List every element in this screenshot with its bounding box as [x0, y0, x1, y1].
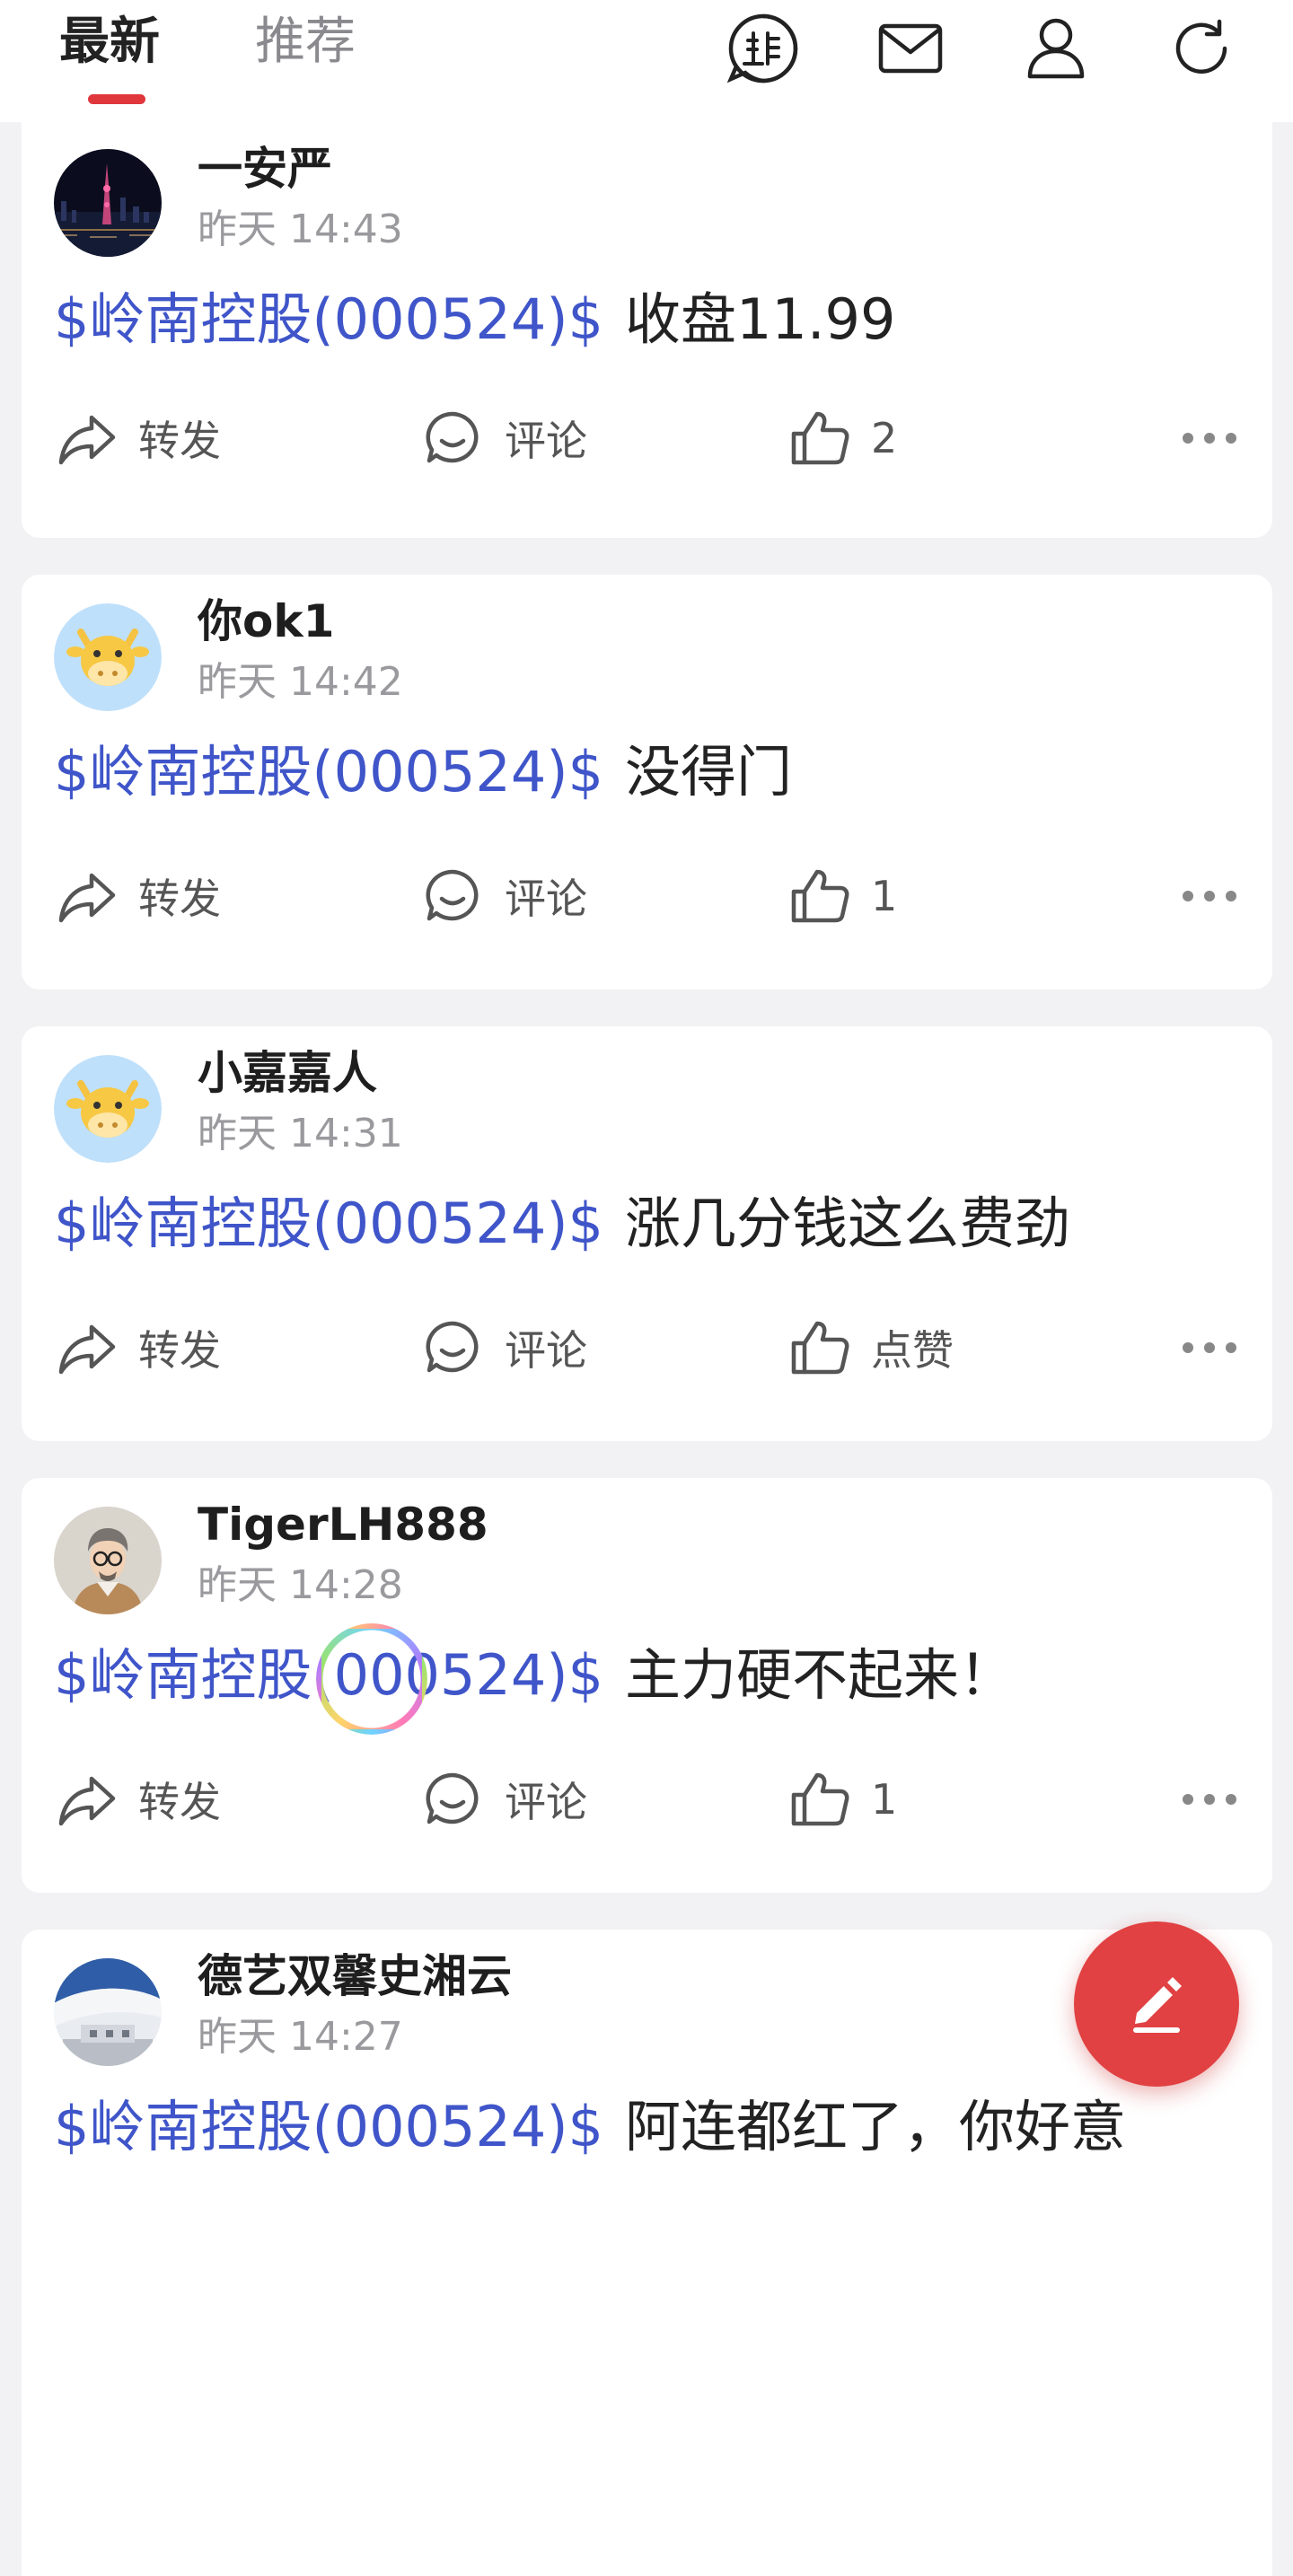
comment-label: 评论	[505, 875, 587, 923]
username[interactable]: 德艺双馨史湘云	[198, 1947, 512, 2005]
forward-label: 转发	[138, 1326, 221, 1375]
post-content[interactable]: $岭南控股(000524)$主力硬不起来！	[54, 1640, 1015, 1711]
stock-tag[interactable]: $岭南控股(000524)$	[54, 286, 603, 352]
like-count: 2	[871, 414, 898, 462]
like-button[interactable]: 1	[787, 860, 897, 932]
pencil-icon	[1121, 1966, 1192, 2042]
loading-spinner	[316, 1623, 427, 1735]
post-text: 没得门	[624, 739, 792, 804]
avatar[interactable]	[54, 1055, 162, 1163]
post-text: 阿连都红了，你好意	[624, 2094, 1126, 2159]
post-card[interactable]: 小嘉嘉人 昨天 14:31 $岭南控股(000524)$ 涨几分钱这么费劲 转发 …	[22, 1026, 1272, 1441]
stock-tag[interactable]: $岭南控股(000524)$	[54, 2094, 603, 2159]
username[interactable]: 一安严	[198, 140, 332, 198]
post-content[interactable]: $岭南控股(000524)$ 阿连都红了，你好意	[54, 2091, 1126, 2163]
like-count: 1	[871, 1775, 898, 1824]
post-time: 昨天 14:27	[198, 2014, 403, 2060]
more-button[interactable]	[1176, 1763, 1243, 1835]
top-bar: 最新 推荐	[0, 0, 1293, 122]
forward-label: 转发	[138, 417, 221, 465]
forward-button[interactable]: 转发	[54, 1312, 221, 1384]
thumbs-up-icon	[787, 405, 853, 471]
username[interactable]: 你ok1	[198, 593, 334, 650]
comment-button[interactable]: 评论	[420, 402, 587, 474]
more-button[interactable]	[1176, 402, 1243, 474]
post-actions: 转发 评论 2	[22, 402, 1272, 474]
like-label: 点赞	[871, 1326, 954, 1375]
jiu-logo-icon[interactable]	[726, 11, 801, 86]
more-button[interactable]	[1176, 860, 1243, 932]
avatar[interactable]	[54, 1507, 162, 1614]
comment-icon	[420, 1314, 487, 1381]
avatar[interactable]	[54, 1958, 162, 2066]
comment-button[interactable]: 评论	[420, 860, 587, 932]
forward-icon	[54, 863, 120, 929]
post-card[interactable]: TigerLH888 昨天 14:28 $岭南控股(000524)$主力硬不起来…	[22, 1478, 1272, 1893]
post-time: 昨天 14:28	[198, 1562, 403, 1608]
more-dots-icon	[1176, 1314, 1243, 1381]
forward-icon	[54, 1766, 120, 1833]
post-feed: 一安严 昨天 14:43 $岭南控股(000524)$ 收盘11.99 转发 评论…	[22, 122, 1272, 2576]
forward-icon	[54, 1314, 120, 1381]
forward-button[interactable]: 转发	[54, 1763, 221, 1835]
more-dots-icon	[1176, 405, 1243, 471]
post-content[interactable]: $岭南控股(000524)$ 收盘11.99	[54, 284, 895, 356]
more-button[interactable]	[1176, 1312, 1243, 1384]
comment-icon	[420, 405, 487, 471]
refresh-icon[interactable]	[1164, 11, 1239, 86]
post-actions: 转发 评论 点赞	[22, 1312, 1272, 1384]
more-dots-icon	[1176, 1766, 1243, 1833]
post-text: 涨几分钱这么费劲	[624, 1191, 1070, 1256]
thumbs-up-icon	[787, 863, 853, 929]
comment-button[interactable]: 评论	[420, 1763, 587, 1835]
post-time: 昨天 14:43	[198, 207, 403, 252]
forward-button[interactable]: 转发	[54, 860, 221, 932]
like-button[interactable]: 点赞	[787, 1312, 954, 1384]
tab-latest[interactable]: 最新	[59, 13, 160, 72]
post-text: 主力硬不起来！	[624, 1642, 1015, 1708]
comment-label: 评论	[505, 417, 587, 465]
like-button[interactable]: 1	[787, 1763, 897, 1835]
post-text: 收盘11.99	[624, 286, 896, 352]
comment-button[interactable]: 评论	[420, 1312, 587, 1384]
post-time: 昨天 14:31	[198, 1111, 403, 1156]
forward-label: 转发	[138, 1778, 221, 1826]
stock-tag[interactable]: $岭南控股(000524)$	[54, 739, 603, 804]
forward-label: 转发	[138, 875, 221, 923]
user-icon[interactable]	[1018, 11, 1094, 86]
username[interactable]: TigerLH888	[198, 1496, 488, 1553]
forward-button[interactable]: 转发	[54, 402, 221, 474]
mail-icon[interactable]	[873, 11, 948, 86]
comment-icon	[420, 863, 487, 929]
post-actions: 转发 评论 1	[22, 1763, 1272, 1835]
comment-icon	[420, 1766, 487, 1833]
post-actions: 转发 评论 1	[22, 860, 1272, 932]
tab-recommend[interactable]: 推荐	[255, 13, 356, 72]
comment-label: 评论	[505, 1326, 587, 1375]
thumbs-up-icon	[787, 1766, 853, 1833]
active-tab-indicator	[88, 94, 145, 104]
post-time: 昨天 14:42	[198, 659, 403, 705]
post-content[interactable]: $岭南控股(000524)$ 没得门	[54, 736, 792, 808]
compose-button[interactable]	[1074, 1921, 1239, 2087]
thumbs-up-icon	[787, 1314, 853, 1381]
username[interactable]: 小嘉嘉人	[198, 1044, 377, 1102]
forward-icon	[54, 405, 120, 471]
avatar[interactable]	[54, 603, 162, 711]
stock-tag[interactable]: $岭南控股(000524)$	[54, 1191, 603, 1256]
post-card[interactable]: 你ok1 昨天 14:42 $岭南控股(000524)$ 没得门 转发 评论 1	[22, 575, 1272, 989]
post-card[interactable]: 一安严 昨天 14:43 $岭南控股(000524)$ 收盘11.99 转发 评论…	[22, 122, 1272, 538]
like-count: 1	[871, 872, 898, 920]
avatar[interactable]	[54, 149, 162, 257]
post-content[interactable]: $岭南控股(000524)$ 涨几分钱这么费劲	[54, 1188, 1070, 1260]
more-dots-icon	[1176, 863, 1243, 929]
comment-label: 评论	[505, 1778, 587, 1826]
like-button[interactable]: 2	[787, 402, 897, 474]
